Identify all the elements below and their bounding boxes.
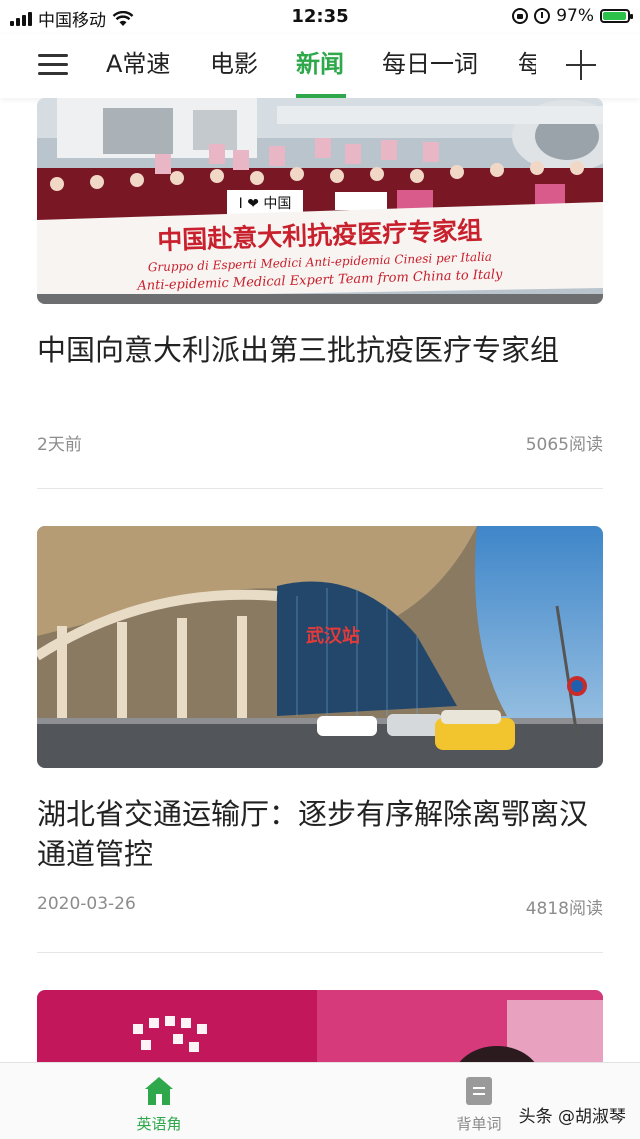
flashcard-icon [466, 1077, 492, 1105]
tab-movies[interactable]: 电影 [210, 44, 258, 79]
article-card[interactable] [37, 990, 603, 1080]
bottom-tab-bar: 英语角 背单词 [0, 1062, 640, 1139]
article-reads: 4818阅读 [525, 899, 603, 919]
tab-label: 背单词 [456, 1115, 502, 1133]
tab-more[interactable]: 每 [518, 44, 536, 79]
article-title[interactable]: 湖北省交通运输厅：逐步有序解除离鄂离汉通道管控 [37, 794, 597, 874]
article-card[interactable]: 武汉站 湖北省交通运输厅：逐步有序解除离鄂离汉通道管控 2020-03-26 4… [37, 526, 603, 954]
status-bar: 中国移动 12:35 97% [0, 0, 640, 34]
menu-icon[interactable] [38, 52, 68, 76]
home-icon [145, 1077, 173, 1105]
divider [37, 488, 603, 489]
article-time: 2天前 [37, 435, 82, 455]
tab-vocabulary[interactable]: 背单词 [446, 1077, 512, 1134]
top-nav: A常速 电影 新闻 每日一词 每 [0, 34, 640, 98]
article-card[interactable]: I ❤ 中国 中国赴意大利抗疫医疗专家组 Gruppo di Esperti M… [37, 98, 603, 490]
article-image[interactable]: 武汉站 [37, 526, 603, 768]
tab-a-speed[interactable]: A常速 [106, 44, 170, 79]
article-reads: 5065阅读 [525, 435, 603, 455]
tab-news[interactable]: 新闻 [296, 44, 344, 79]
article-title[interactable]: 中国向意大利派出第三批抗疫医疗专家组 [37, 330, 597, 370]
station-sign: 武汉站 [306, 625, 360, 647]
battery-percent: 97% [556, 6, 594, 26]
article-time: 2020-03-26 [37, 894, 136, 914]
tab-label: 英语角 [136, 1115, 182, 1133]
watermark: 头条 @胡淑琴 [518, 1107, 626, 1127]
status-right: 97% [512, 6, 633, 26]
medical-team-photo: I ❤ 中国 中国赴意大利抗疫医疗专家组 Gruppo di Esperti M… [37, 98, 603, 304]
sign-text: I ❤ 中国 [239, 196, 292, 212]
category-tabs: A常速 电影 新闻 每日一词 每 [100, 34, 536, 98]
orientation-lock-icon [512, 8, 529, 24]
battery-icon [600, 9, 633, 23]
article-image[interactable]: I ❤ 中国 中国赴意大利抗疫医疗专家组 Gruppo di Esperti M… [37, 98, 603, 304]
add-channel-icon[interactable] [566, 50, 596, 80]
tab-english-corner[interactable]: 英语角 [126, 1077, 192, 1134]
divider [37, 952, 603, 953]
wuhan-station-photo: 武汉站 [37, 526, 603, 768]
tab-daily-word[interactable]: 每日一词 [382, 44, 478, 79]
alarm-icon [534, 8, 551, 24]
